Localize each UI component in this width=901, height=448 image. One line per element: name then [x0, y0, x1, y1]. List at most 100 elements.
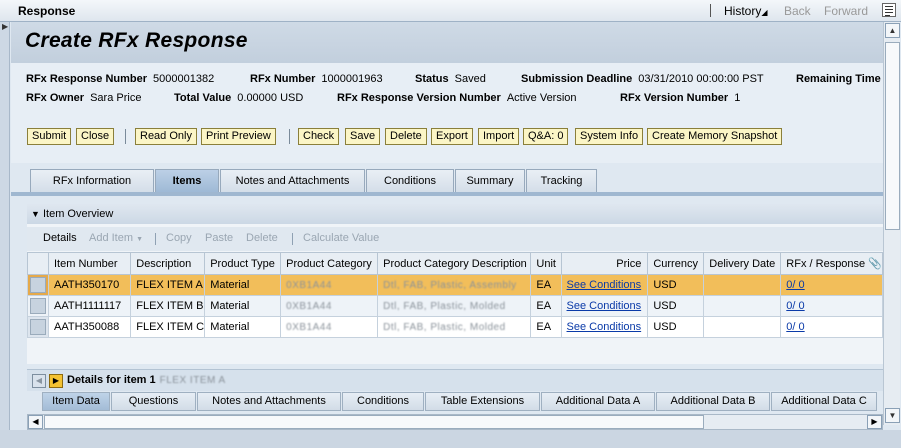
description-cell: FLEX ITEM A [130, 274, 206, 296]
delivery-date-cell [703, 316, 782, 338]
column-header-rfx-response[interactable]: RFx / Response 📎 [780, 252, 883, 275]
tab-notes-attachments[interactable]: Notes and Attachments [220, 169, 365, 193]
price-cell[interactable]: See Conditions [560, 295, 649, 317]
qa-button[interactable]: Q&A: 0 [523, 128, 569, 145]
rfx-response-cell[interactable]: 0/ 0 [780, 316, 883, 338]
column-header[interactable]: Delivery Date [703, 252, 782, 275]
response-link[interactable]: 0/ 0 [786, 279, 804, 291]
create-memory-snapshot-button[interactable]: Create Memory Snapshot [647, 128, 783, 145]
paste-button[interactable]: Paste [205, 232, 233, 244]
check-button[interactable]: Check [298, 128, 340, 145]
column-header[interactable]: Description [130, 252, 206, 275]
column-header[interactable]: Product Category [280, 252, 379, 275]
dropdown-arrow-icon: ◢ [761, 8, 768, 17]
product-category-cell: 0XB1A44 [280, 316, 379, 338]
submit-button[interactable]: Submit [27, 128, 72, 145]
print-preview-button[interactable]: Print Preview [201, 128, 276, 145]
next-item-icon[interactable]: ▶ [49, 374, 63, 388]
tab-additional-data-a[interactable]: Additional Data A [541, 392, 655, 411]
category-description-cell: Dtl, FAB, Plastic, Molded [377, 295, 532, 317]
rfx-response-cell[interactable]: 0/ 0 [780, 274, 883, 296]
import-button[interactable]: Import [478, 128, 520, 145]
close-button[interactable]: Close [76, 128, 115, 145]
scroll-up-icon[interactable]: ▲ [885, 23, 900, 38]
response-link[interactable]: 0/ 0 [786, 300, 804, 312]
see-conditions-link[interactable]: See Conditions [567, 279, 642, 291]
info-rfx-number: RFx Number 1000001963 [250, 73, 383, 85]
horizontal-scroll-thumb[interactable] [44, 415, 704, 429]
scroll-left-icon[interactable]: ◀ [28, 415, 43, 429]
dropdown-arrow-icon: ▼ [136, 236, 144, 243]
response-link[interactable]: 0/ 0 [786, 321, 804, 333]
tab-tracking[interactable]: Tracking [526, 169, 597, 193]
calculate-value-button[interactable]: Calculate Value [303, 232, 379, 244]
see-conditions-link[interactable]: See Conditions [567, 321, 642, 333]
select-all-header[interactable] [27, 252, 49, 275]
tab-detail-conditions[interactable]: Conditions [342, 392, 424, 411]
item-overview-title: Item Overview [42, 208, 114, 220]
tab-questions[interactable]: Questions [111, 392, 196, 411]
column-header[interactable]: Currency [647, 252, 705, 275]
copy-button[interactable]: Copy [166, 232, 192, 244]
tab-table-extensions[interactable]: Table Extensions [425, 392, 540, 411]
add-item-button[interactable]: Add Item ▼ [89, 232, 143, 244]
items-table: Item Number Description Product Type Pro… [27, 252, 883, 338]
item-number-cell: AATH1111117 [47, 295, 132, 317]
scroll-right-icon[interactable]: ▶ [867, 415, 882, 429]
info-response-version: RFx Response Version Number Active Versio… [337, 92, 577, 104]
column-header[interactable]: Product Type [204, 252, 282, 275]
window-title: Response [18, 4, 76, 18]
description-cell: FLEX ITEM C [130, 316, 206, 338]
price-cell[interactable]: See Conditions [560, 316, 649, 338]
save-button[interactable]: Save [345, 128, 381, 145]
scroll-thumb[interactable] [885, 42, 900, 230]
item-overview-header[interactable]: ▼ Item Overview [27, 204, 883, 224]
delete-button[interactable]: Delete [385, 128, 427, 145]
export-button[interactable]: Export [431, 128, 473, 145]
back-button[interactable]: Back [784, 4, 811, 18]
column-header[interactable]: Unit [530, 252, 562, 275]
currency-cell: USD [647, 295, 705, 317]
tab-detail-notes-attachments[interactable]: Notes and Attachments [197, 392, 341, 411]
tab-additional-data-b[interactable]: Additional Data B [656, 392, 770, 411]
product-type-cell: Material [204, 295, 282, 317]
column-header[interactable]: Item Number [47, 252, 132, 275]
system-info-button[interactable]: System Info [575, 128, 644, 145]
menu-icon[interactable] [882, 3, 896, 17]
unit-cell: EA [530, 274, 562, 296]
tab-conditions[interactable]: Conditions [366, 169, 454, 193]
scroll-down-icon[interactable]: ▼ [885, 408, 900, 423]
delete-item-button[interactable]: Delete [246, 232, 278, 244]
horizontal-scrollbar[interactable]: ◀ ▶ [27, 414, 883, 430]
info-total-value: Total Value 0.00000 USD [174, 92, 304, 104]
see-conditions-link[interactable]: See Conditions [567, 300, 642, 312]
tab-summary[interactable]: Summary [455, 169, 525, 193]
tab-items[interactable]: Items [155, 169, 219, 194]
tab-additional-data-c[interactable]: Additional Data C [771, 392, 877, 411]
column-header[interactable]: Price [560, 252, 649, 275]
item-overview-panel: ▼ Item Overview Details Add Item ▼ Copy … [27, 204, 883, 364]
table-row[interactable]: AATH350170 FLEX ITEM A Material 0XB1A44 … [27, 274, 883, 296]
read-only-button[interactable]: Read Only [135, 128, 197, 145]
forward-button[interactable]: Forward [824, 4, 868, 18]
expand-arrow-icon[interactable]: ▶ [2, 22, 8, 31]
item-number-cell: AATH350170 [47, 274, 132, 296]
page-header: Create RFx Response [11, 22, 883, 63]
table-row[interactable]: AATH350088 FLEX ITEM C Material 0XB1A44 … [27, 316, 883, 338]
column-header[interactable]: Product Category Description [377, 252, 532, 275]
row-selector[interactable] [27, 316, 49, 338]
table-row[interactable]: AATH1111117 FLEX ITEM B Material 0XB1A44… [27, 295, 883, 317]
previous-item-icon[interactable]: ◀ [32, 374, 46, 388]
table-header-row: Item Number Description Product Type Pro… [27, 252, 883, 275]
row-selector[interactable] [27, 274, 49, 296]
collapse-triangle-icon[interactable]: ▼ [31, 209, 40, 219]
unit-cell: EA [530, 316, 562, 338]
rfx-response-cell[interactable]: 0/ 0 [780, 295, 883, 317]
category-description-cell: Dtl, FAB, Plastic, Assembly [377, 274, 532, 296]
tab-rfx-information[interactable]: RFx Information [30, 169, 154, 193]
row-selector[interactable] [27, 295, 49, 317]
history-menu[interactable]: History◢ [724, 4, 768, 18]
tab-item-data[interactable]: Item Data [42, 392, 110, 411]
price-cell[interactable]: See Conditions [560, 274, 649, 296]
details-button[interactable]: Details [43, 232, 77, 244]
